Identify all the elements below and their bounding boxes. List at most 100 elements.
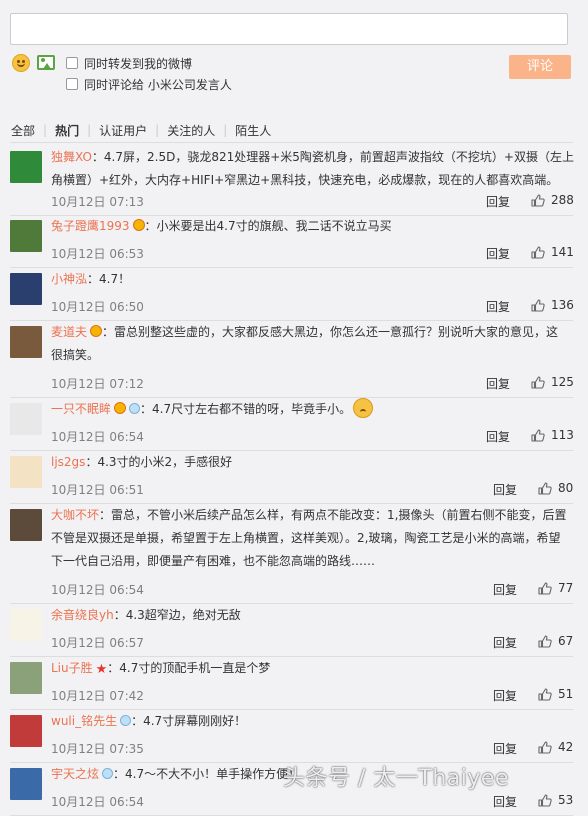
like-count: 80 bbox=[558, 481, 574, 495]
tab-following[interactable]: 关注的人 bbox=[167, 122, 215, 139]
username-link[interactable]: 宇天之炫 bbox=[51, 767, 99, 781]
comment-body-line: ：4.7寸屏幕刚刚好！ bbox=[131, 714, 247, 728]
image-icon[interactable] bbox=[37, 55, 55, 70]
submit-comment-button[interactable]: 评论 bbox=[509, 55, 571, 79]
thumbs-up-icon bbox=[538, 481, 552, 495]
comment-filter-tabs: 全部 | 热门 | 认证用户 | 关注的人 | 陌生人 bbox=[11, 122, 271, 138]
username-link[interactable]: ljs2gs bbox=[51, 455, 85, 469]
avatar[interactable] bbox=[10, 273, 42, 305]
comment-to-checkbox[interactable] bbox=[66, 78, 78, 90]
username-link[interactable]: 余音绕良yh bbox=[51, 608, 114, 622]
tab-verified[interactable]: 认证用户 bbox=[99, 122, 147, 139]
forward-option[interactable]: 同时转发到我的微博 bbox=[66, 55, 192, 71]
like-button[interactable]: 113 bbox=[531, 428, 574, 442]
avatar[interactable] bbox=[10, 715, 42, 747]
comment-timestamp: 10月12日 07:12 bbox=[51, 377, 144, 391]
username-link[interactable]: 兔子蹬鹰1993 bbox=[51, 219, 130, 233]
username-link[interactable]: wuli_铭先生 bbox=[51, 714, 117, 728]
comment-to-option[interactable]: 同时评论给 小米公司发言人 bbox=[66, 76, 232, 92]
comment-text: 麦道夫 ：雷总别整这些虚的，大家都反感大黑边，你怎么还一意孤行？别说听大家的意见，… bbox=[51, 321, 569, 367]
forward-checkbox[interactable] bbox=[66, 57, 78, 69]
like-count: 67 bbox=[558, 634, 574, 648]
vip-badge-icon[interactable] bbox=[90, 325, 103, 337]
username-link[interactable]: 大咖不坏 bbox=[51, 508, 99, 522]
vip-badge-icon[interactable] bbox=[114, 402, 127, 414]
avatar[interactable] bbox=[10, 768, 42, 800]
like-button[interactable]: 288 bbox=[531, 193, 574, 207]
like-button[interactable]: 125 bbox=[531, 375, 574, 389]
member-badge-icon[interactable] bbox=[102, 768, 114, 779]
like-button[interactable]: 141 bbox=[531, 245, 574, 259]
tab-separator: | bbox=[155, 123, 160, 137]
tab-strangers[interactable]: 陌生人 bbox=[235, 122, 271, 139]
avatar[interactable] bbox=[10, 403, 42, 435]
comment-text: ljs2gs：4.3寸的小米2，手感很好 bbox=[51, 451, 569, 474]
comment-body-line: ：4.7～不大不小！单手操作方便！ bbox=[113, 767, 301, 781]
reply-button[interactable]: 回复 bbox=[493, 481, 517, 498]
tabs-divider bbox=[10, 142, 573, 143]
comment-to-label: 同时评论给 小米公司发言人 bbox=[84, 77, 232, 92]
comment-input[interactable] bbox=[10, 13, 568, 45]
avatar[interactable] bbox=[10, 609, 42, 641]
reply-button[interactable]: 回复 bbox=[493, 793, 517, 810]
reply-button[interactable]: 回复 bbox=[486, 298, 510, 315]
thumbs-up-icon bbox=[531, 428, 545, 442]
member-badge-icon[interactable] bbox=[129, 403, 141, 414]
like-button[interactable]: 51 bbox=[538, 687, 573, 701]
like-button[interactable]: 67 bbox=[538, 634, 573, 648]
avatar[interactable] bbox=[10, 220, 42, 252]
like-button[interactable]: 42 bbox=[538, 740, 573, 754]
reply-button[interactable]: 回复 bbox=[486, 245, 510, 262]
reply-button[interactable]: 回复 bbox=[486, 375, 510, 392]
reply-button[interactable]: 回复 bbox=[486, 193, 510, 210]
like-count: 77 bbox=[558, 581, 574, 595]
like-count: 53 bbox=[558, 793, 574, 807]
reply-button[interactable]: 回复 bbox=[493, 740, 517, 757]
comment-item: 独舞XO：4.7屏，2.5D，骁龙821处理器+米5陶瓷机身，前置超声波指纹（不… bbox=[10, 149, 574, 216]
avatar[interactable] bbox=[10, 662, 42, 694]
like-button[interactable]: 80 bbox=[538, 481, 573, 495]
comment-timestamp: 10月12日 06:57 bbox=[51, 636, 144, 650]
star-badge-icon[interactable]: ★ bbox=[96, 663, 108, 676]
comment-text: wuli_铭先生 ：4.7寸屏幕刚刚好！ bbox=[51, 710, 569, 733]
smiley-icon[interactable] bbox=[12, 54, 30, 72]
thumbs-up-icon bbox=[538, 793, 552, 807]
thumbs-up-icon bbox=[538, 581, 552, 595]
reply-button[interactable]: 回复 bbox=[493, 687, 517, 704]
reply-button[interactable]: 回复 bbox=[486, 428, 510, 445]
comment-timestamp: 10月12日 07:42 bbox=[51, 689, 144, 703]
comment-item: wuli_铭先生 ：4.7寸屏幕刚刚好！ 10月12日 07:35 回复 42 bbox=[10, 713, 573, 763]
reply-button[interactable]: 回复 bbox=[493, 581, 517, 598]
tab-all[interactable]: 全部 bbox=[11, 122, 35, 139]
forward-label: 同时转发到我的微博 bbox=[84, 56, 193, 71]
vip-badge-icon[interactable] bbox=[132, 219, 145, 231]
thumbs-up-icon bbox=[538, 634, 552, 648]
like-button[interactable]: 53 bbox=[538, 793, 573, 807]
reply-button[interactable]: 回复 bbox=[493, 634, 517, 651]
member-badge-icon[interactable] bbox=[120, 715, 132, 726]
comment-timestamp: 10月12日 06:50 bbox=[51, 300, 144, 314]
avatar[interactable] bbox=[10, 151, 42, 183]
username-link[interactable]: 一只不眠眸 bbox=[51, 402, 111, 416]
avatar[interactable] bbox=[10, 509, 42, 541]
thumbs-up-icon bbox=[531, 298, 545, 312]
comment-timestamp: 10月12日 07:35 bbox=[51, 742, 144, 756]
username-link[interactable]: Liu子胜 bbox=[51, 661, 93, 675]
like-count: 136 bbox=[551, 298, 574, 312]
username-link[interactable]: 麦道夫 bbox=[51, 325, 87, 339]
comment-body-line: ：雷总别整这些虚的，大家都反感大黑边，你怎么还一意孤行？别说听大家的意见，这 bbox=[102, 325, 559, 339]
comment-text: 大咖不坏：雷总，不管小米后续产品怎么样，有两点不能改变：1,摄像头（前置右侧不能… bbox=[51, 504, 569, 573]
thumbs-up-icon bbox=[538, 687, 552, 701]
avatar[interactable] bbox=[10, 456, 42, 488]
watermark: 头条号 / 太一Thaiyee bbox=[283, 766, 509, 791]
comment-body-line: ：4.7屏，2.5D，骁龙821处理器+米5陶瓷机身，前置超声波指纹（不挖坑）+… bbox=[91, 150, 574, 164]
username-link[interactable]: 小神泓 bbox=[51, 272, 87, 286]
thumbs-up-icon bbox=[538, 740, 552, 754]
like-button[interactable]: 77 bbox=[538, 581, 573, 595]
like-button[interactable]: 136 bbox=[531, 298, 574, 312]
comment-body-line: ：4.7！ bbox=[87, 272, 131, 286]
username-link[interactable]: 独舞XO bbox=[51, 150, 92, 164]
avatar[interactable] bbox=[10, 326, 42, 358]
tab-hot[interactable]: 热门 bbox=[55, 122, 79, 139]
comment-item: 一只不眠眸 ：4.7尺寸左右都不错的呀，毕竟手小。 10月12日 06:54 回复 11… bbox=[10, 398, 574, 451]
